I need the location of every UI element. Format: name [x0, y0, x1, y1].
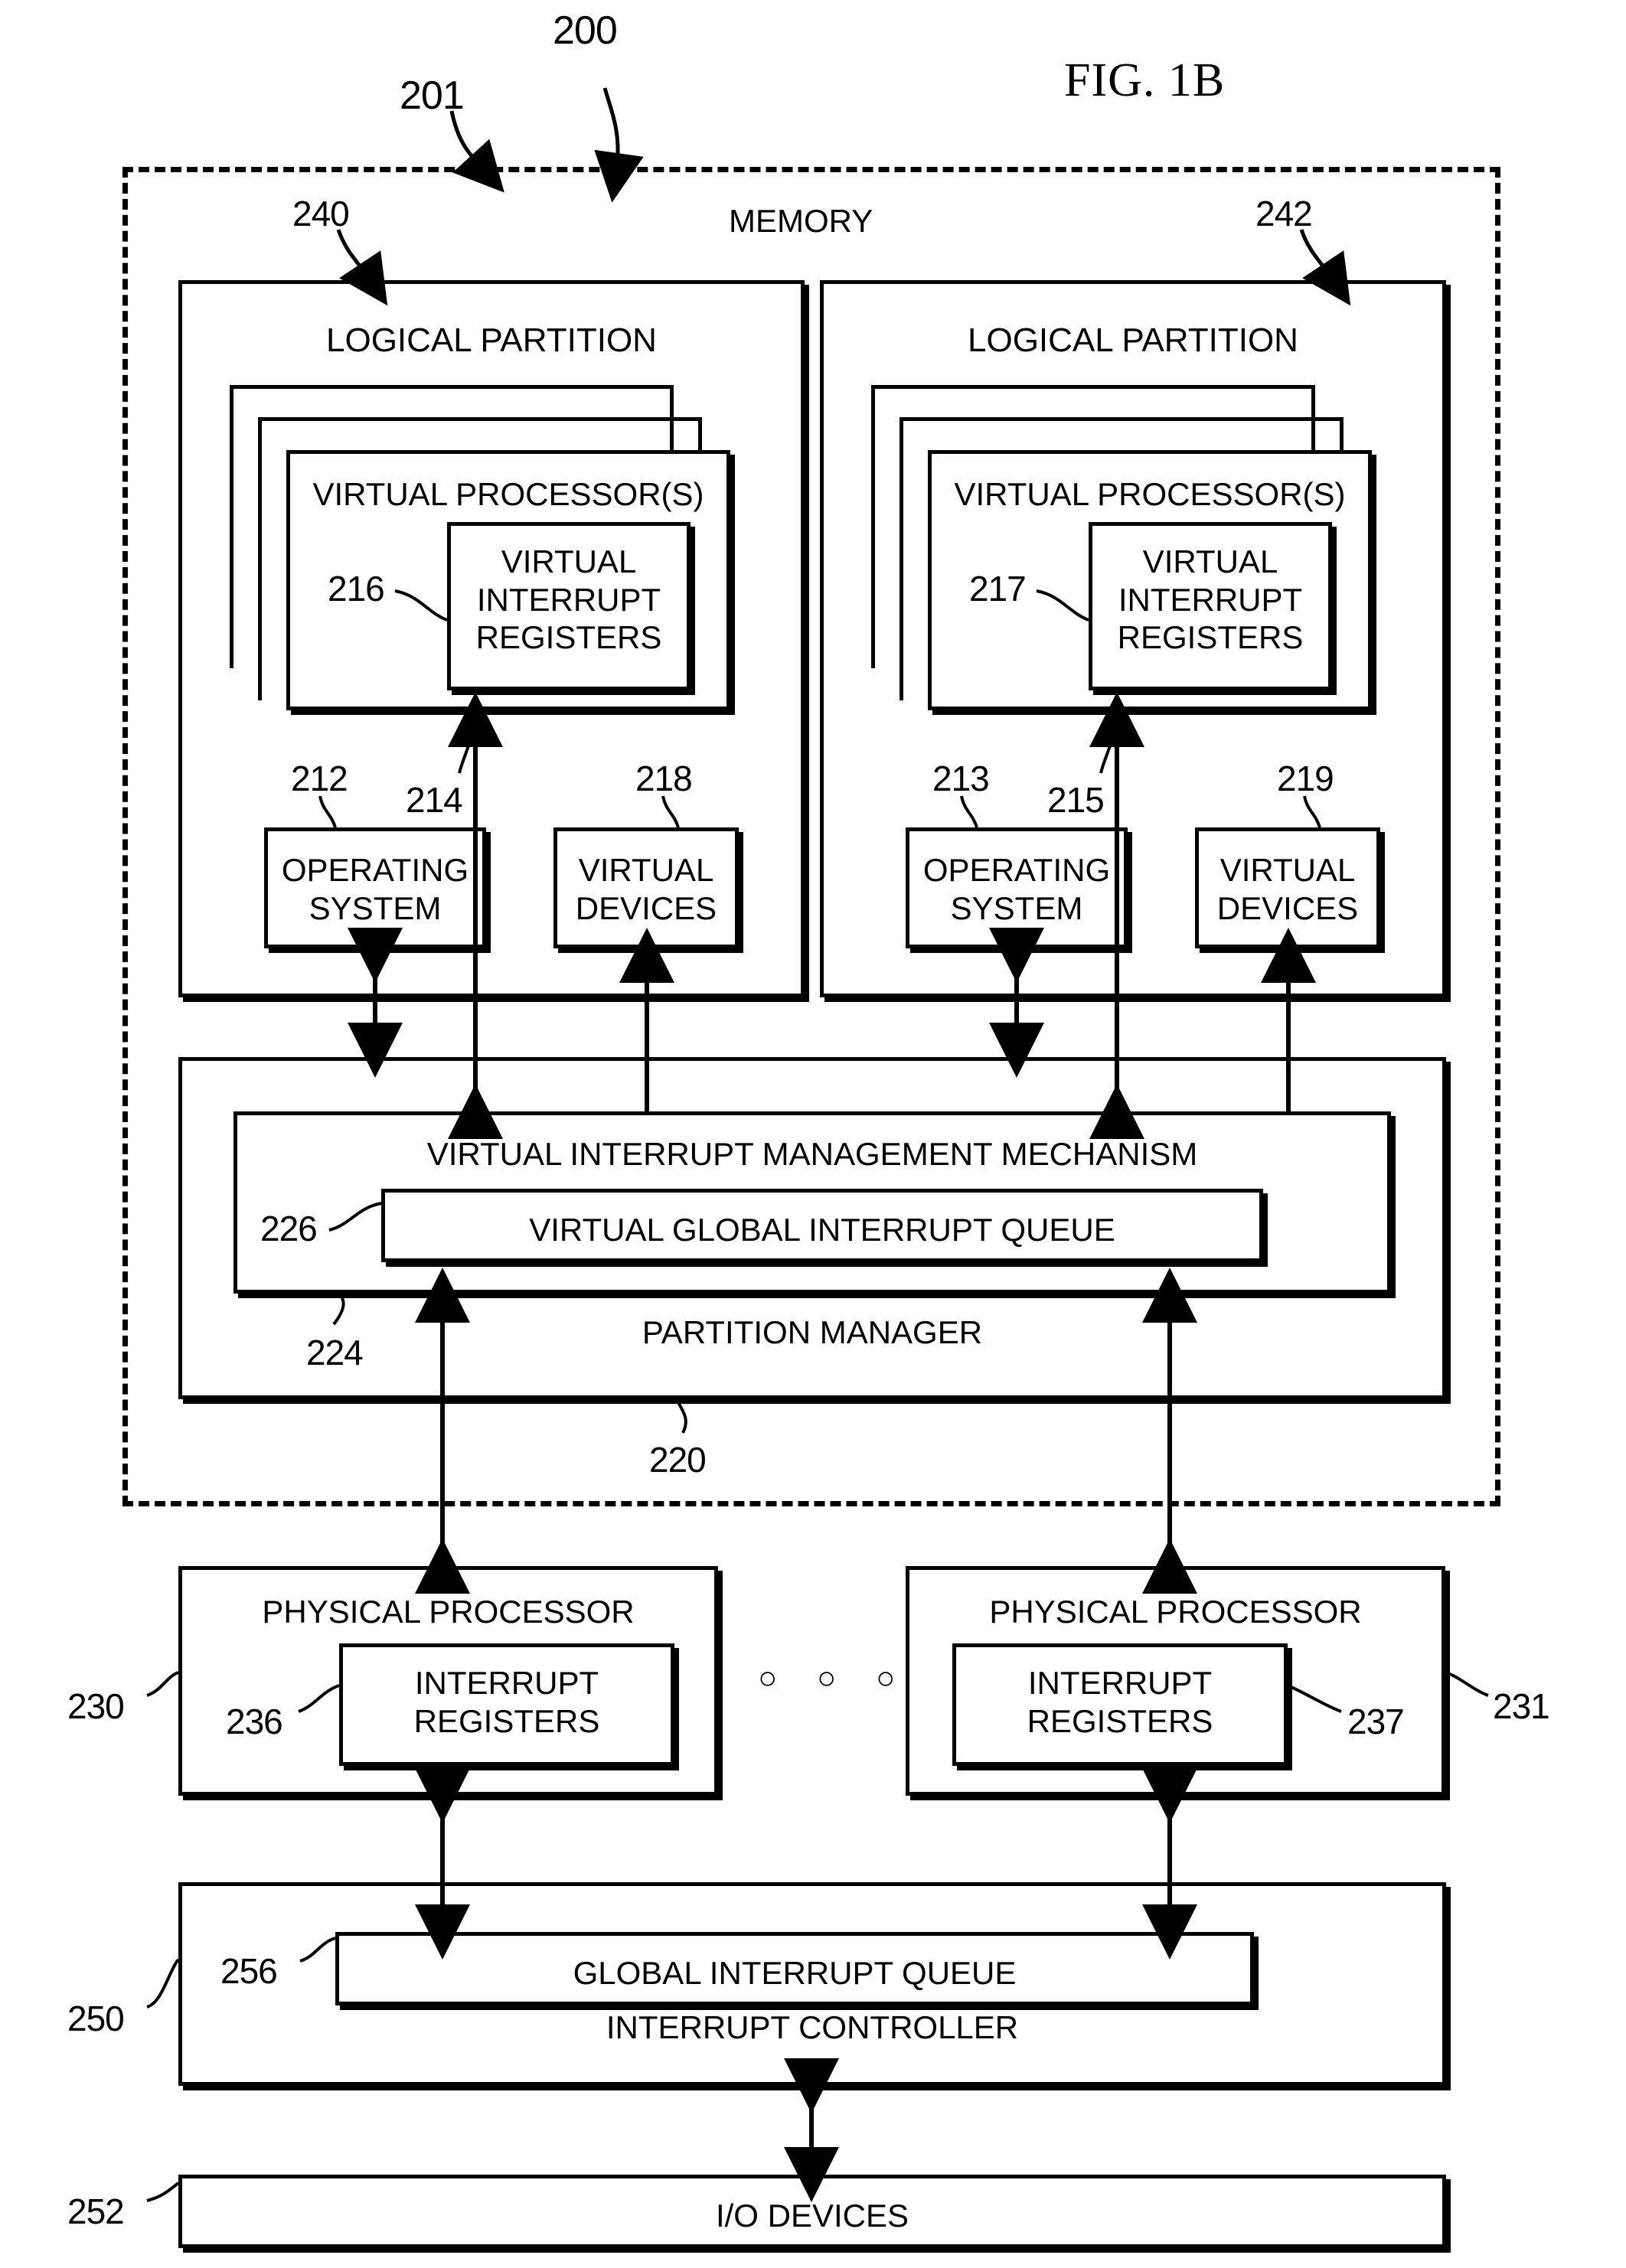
- ref-numeral-220: 220: [649, 1440, 707, 1480]
- virtual-global-interrupt-queue-box: VIRTUAL GLOBAL INTERRUPT QUEUE: [381, 1189, 1263, 1262]
- ref-numeral-224: 224: [306, 1333, 364, 1372]
- ref-numeral-214: 214: [406, 780, 463, 820]
- interrupt-registers-box-left: INTERRUPT REGISTERS: [339, 1643, 674, 1766]
- partition-manager-label: PARTITION MANAGER: [642, 1314, 983, 1350]
- io-devices-box: I/O DEVICES: [178, 2175, 1446, 2248]
- virtual-devices-box-right: VIRTUAL DEVICES: [1195, 827, 1380, 948]
- virtual-processor-left-label: VIRTUAL PROCESSOR(S): [312, 476, 704, 512]
- ref-numeral-252: 252: [67, 2191, 125, 2231]
- ref-numeral-217: 217: [969, 569, 1027, 609]
- ref-numeral-250: 250: [67, 1999, 125, 2038]
- ref-numeral-219: 219: [1277, 759, 1334, 798]
- ref-numeral-218: 218: [635, 759, 693, 798]
- interrupt-registers-left-label: INTERRUPT REGISTERS: [413, 1665, 600, 1739]
- ref-numeral-236: 236: [226, 1702, 283, 1741]
- operating-system-box-left: OPERATING SYSTEM: [264, 827, 486, 948]
- global-interrupt-queue-label: GLOBAL INTERRUPT QUEUE: [573, 1955, 1017, 1991]
- virtual-interrupt-management-mechanism-label: VIRTUAL INTERRUPT MANAGEMENT MECHANISM: [426, 1136, 1198, 1172]
- global-interrupt-queue-box: GLOBAL INTERRUPT QUEUE: [335, 1932, 1254, 2005]
- io-devices-label: I/O DEVICES: [715, 2198, 909, 2234]
- ref-numeral-213: 213: [932, 759, 990, 798]
- ref-numeral-256: 256: [220, 1951, 278, 1991]
- interrupt-registers-right-label: INTERRUPT REGISTERS: [1027, 1665, 1213, 1739]
- ref-numeral-215: 215: [1047, 780, 1105, 820]
- ref-numeral-240: 240: [292, 194, 350, 233]
- operating-system-right-label: OPERATING SYSTEM: [922, 852, 1111, 926]
- operating-system-left-label: OPERATING SYSTEM: [281, 852, 469, 926]
- patent-figure-1b: FIG. 1B 200 201 MEMORY 240 LOGICAL PARTI…: [0, 0, 1626, 2268]
- virtual-global-interrupt-queue-label: VIRTUAL GLOBAL INTERRUPT QUEUE: [529, 1212, 1115, 1248]
- virtual-interrupt-registers-box-left: VIRTUAL INTERRUPT REGISTERS: [447, 522, 691, 690]
- ref-numeral-242: 242: [1255, 194, 1313, 233]
- ref-numeral-212: 212: [291, 759, 348, 798]
- processor-ellipsis: ○ ○ ○: [758, 1659, 911, 1695]
- ref-numeral-216: 216: [328, 569, 385, 609]
- virtual-interrupt-registers-right-label: VIRTUAL INTERRUPT REGISTERS: [1117, 543, 1304, 656]
- virtual-devices-right-label: VIRTUAL DEVICES: [1216, 852, 1359, 926]
- ref-numeral-226: 226: [260, 1209, 318, 1248]
- ref-numeral-201: 201: [400, 73, 465, 118]
- ref-numeral-230: 230: [67, 1686, 125, 1726]
- virtual-processor-right-label: VIRTUAL PROCESSOR(S): [954, 476, 1346, 512]
- physical-processor-left-label: PHYSICAL PROCESSOR: [262, 1594, 635, 1630]
- ref-numeral-237: 237: [1347, 1702, 1405, 1741]
- memory-label: MEMORY: [729, 203, 873, 239]
- interrupt-controller-label: INTERRUPT CONTROLLER: [606, 2009, 1019, 2045]
- virtual-devices-box-left: VIRTUAL DEVICES: [553, 827, 739, 948]
- figure-title: FIG. 1B: [1064, 54, 1226, 106]
- virtual-interrupt-registers-left-label: VIRTUAL INTERRUPT REGISTERS: [475, 543, 662, 656]
- physical-processor-right-label: PHYSICAL PROCESSOR: [989, 1594, 1362, 1630]
- logical-partition-right-label: LOGICAL PARTITION: [968, 321, 1298, 359]
- ref-numeral-200: 200: [553, 8, 618, 53]
- virtual-interrupt-registers-box-right: VIRTUAL INTERRUPT REGISTERS: [1089, 522, 1332, 690]
- logical-partition-left-label: LOGICAL PARTITION: [326, 321, 657, 359]
- ref-numeral-231: 231: [1493, 1686, 1550, 1726]
- interrupt-registers-box-right: INTERRUPT REGISTERS: [952, 1643, 1288, 1766]
- operating-system-box-right: OPERATING SYSTEM: [906, 827, 1128, 948]
- virtual-devices-left-label: VIRTUAL DEVICES: [575, 852, 717, 926]
